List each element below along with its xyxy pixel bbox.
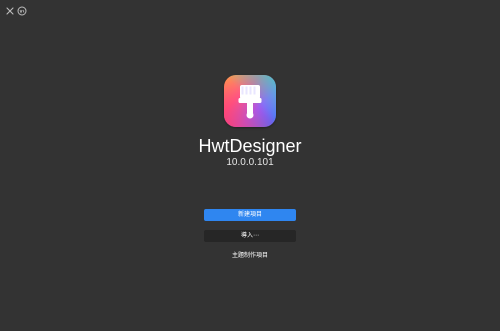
app-version: 10.0.0.101 [226,157,274,168]
app-window: HwtDesigner 10.0.0.101 新建項目 導入⋯ 主題制作項目 [0,0,500,331]
app-logo-icon [224,75,276,127]
version-badge-icon[interactable] [16,5,28,17]
new-project-button[interactable]: 新建項目 [204,209,296,221]
app-name: HwtDesigner [198,136,302,156]
theme-project-button[interactable]: 主題制作項目 [204,250,296,262]
import-button[interactable]: 導入⋯ [204,230,296,242]
close-icon[interactable] [4,5,16,17]
title-bar [0,0,500,22]
